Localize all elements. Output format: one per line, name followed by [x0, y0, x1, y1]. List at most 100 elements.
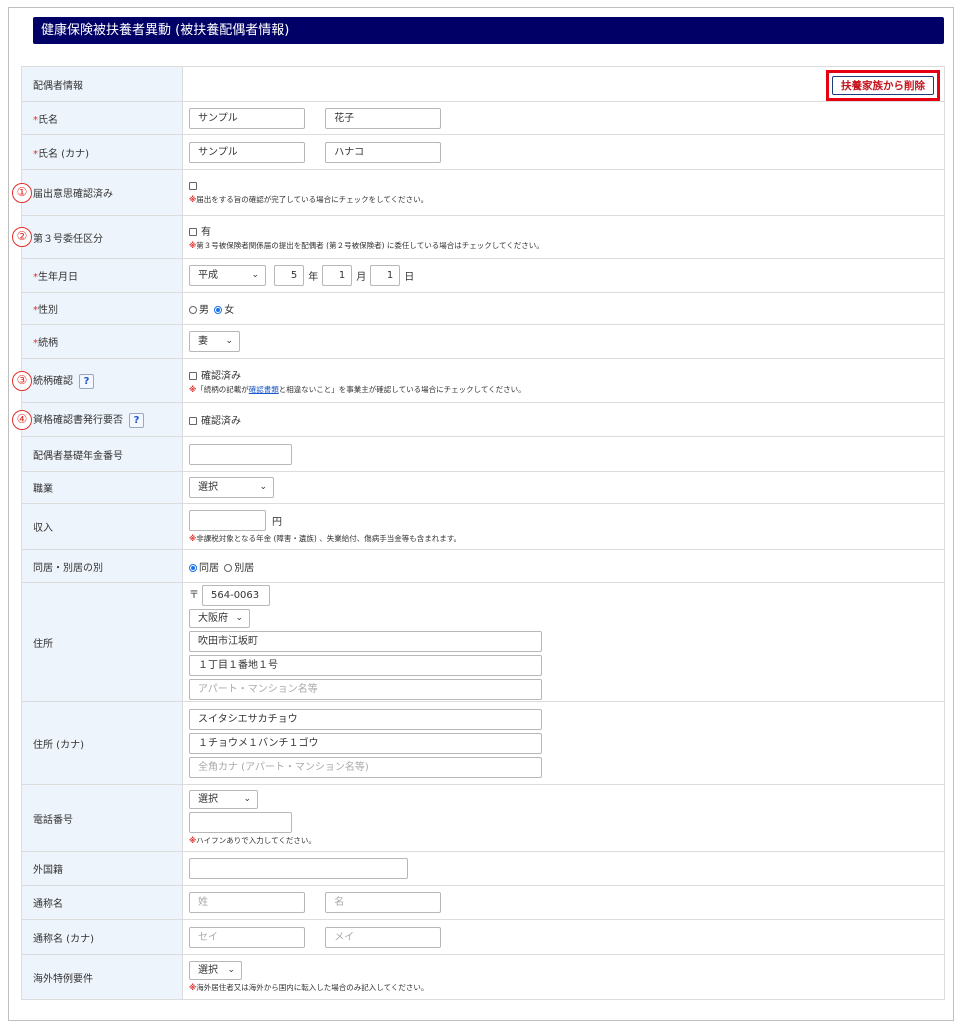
overseas-note: ※海外居住者又は海外から国内に転入した場合のみ記入してください。	[189, 983, 429, 992]
row-address: 住所 〒 564-0063 大阪府 ⌄ 吹田市江坂町 １丁目１番地１号 アパート・マ…	[21, 582, 945, 702]
birth-day-input[interactable]: 1	[370, 265, 401, 286]
annotation-badge-4: ④	[12, 409, 32, 430]
living-apart-radio[interactable]	[224, 563, 233, 572]
row-overseas: 海外特例要件 選択 ⌄ ※海外居住者又は海外から国内に転入した場合のみ記入してくだ…	[21, 954, 945, 1000]
prefecture-select[interactable]: 大阪府 ⌄	[189, 608, 250, 628]
row-pension-no: 配偶者基礎年金番号	[21, 436, 945, 472]
alias-kana-first-input[interactable]: メイ	[325, 926, 442, 948]
city-input[interactable]: 吹田市江坂町	[189, 630, 542, 652]
alias-last-input[interactable]: 姓	[189, 892, 305, 913]
building-input[interactable]: アパート・マンション名等	[189, 678, 542, 700]
label-overseas: 海外特例要件	[21, 954, 183, 1000]
row-intent: ① 届出意思確認済み ※届出をする旨の確認が完了している場合にチェックをしてくだ…	[12, 169, 945, 216]
row-name: *氏名 サンプル 花子	[21, 101, 945, 135]
row-phone: 電話番号 選択 ⌄ ※ハイフンありで入力してください。	[21, 784, 945, 852]
row-nationality: 外国籍	[21, 851, 945, 886]
label-gender: 性別	[38, 305, 58, 316]
address-kana-line3-input[interactable]: 全角カナ (アパート・マンション名等)	[189, 756, 542, 778]
address-kana-line2-input[interactable]: １チョウメ１バンチ１ゴウ	[189, 732, 542, 754]
overseas-select[interactable]: 選択 ⌄	[189, 961, 242, 980]
phone-type-select[interactable]: 選択 ⌄	[189, 790, 258, 809]
row-job: 職業 選択 ⌄	[21, 471, 945, 504]
delete-highlight: 扶養家族から削除	[826, 70, 940, 101]
row-relation-check: ③ 続柄確認? 確認済み ※「続柄の記載が確認書類と相違ないこと」を事業主が確認…	[12, 358, 945, 403]
row-alias: 通称名 姓 名	[21, 885, 945, 920]
alias-kana-last-input[interactable]: セイ	[189, 926, 305, 948]
chevron-down-icon: ⌄	[235, 612, 243, 623]
row-living: 同居・別居の別 同居 別居	[21, 549, 945, 583]
row-birth: *生年月日 平成 ⌄ 5年1月1日	[21, 258, 945, 293]
job-select[interactable]: 選択 ⌄	[189, 477, 274, 498]
label-qualification: 資格確認書発行要否	[33, 415, 123, 427]
phone-input[interactable]	[189, 812, 292, 833]
page-title: 健康保険被扶養者異動 (被扶養配偶者情報)	[33, 17, 944, 44]
phone-note: ※ハイフンありで入力してください。	[189, 836, 316, 845]
street-input[interactable]: １丁目１番地１号	[189, 654, 542, 676]
label-phone: 電話番号	[21, 784, 183, 852]
label-living: 同居・別居の別	[21, 549, 183, 583]
row-address-kana: 住所 (カナ) スイタシエサカチョウ １チョウメ１バンチ１ゴウ 全角カナ (アパ…	[21, 701, 945, 785]
label-income: 収入	[21, 503, 183, 550]
label-intent: 届出意思確認済み	[33, 189, 113, 200]
label-nationality: 外国籍	[21, 851, 183, 886]
living-together-radio[interactable]	[189, 563, 197, 572]
label-job: 職業	[21, 471, 183, 504]
nationality-input[interactable]	[189, 858, 408, 879]
relation-check-note: ※「続柄の記載が確認書類と相違ないこと」を事業主が確認している場合にチェックして…	[189, 384, 526, 394]
qualification-checkbox[interactable]	[189, 417, 197, 425]
label-birth: 生年月日	[38, 272, 78, 283]
postal-code-input[interactable]: 564-0063	[202, 584, 270, 606]
annotation-badge-2: ②	[12, 227, 32, 247]
row-spouse-info: 配偶者情報 扶養家族から削除	[21, 66, 945, 102]
label-spouse-info: 配偶者情報	[21, 66, 183, 102]
document-link[interactable]: 確認書類	[249, 385, 279, 394]
relation-check-checkbox[interactable]	[189, 371, 197, 380]
label-address: 住所	[21, 582, 183, 702]
chevron-down-icon: ⌄	[227, 965, 235, 975]
label-delegate: 第３号委任区分	[33, 233, 103, 245]
first-name-input[interactable]: 花子	[325, 107, 442, 129]
label-alias: 通称名	[21, 885, 183, 920]
first-name-kana-input[interactable]: ハナコ	[325, 141, 442, 163]
delegate-checkbox[interactable]	[189, 228, 197, 236]
chevron-down-icon: ⌄	[251, 270, 259, 280]
delegate-option-label: 有	[201, 227, 211, 238]
spouse-form: 配偶者情報 扶養家族から削除 *氏名 サンプル 花子 *氏名 (カナ) サンプル…	[12, 66, 945, 1000]
label-name: 氏名	[38, 114, 58, 126]
pension-number-input[interactable]	[189, 443, 292, 465]
help-icon[interactable]: ?	[79, 373, 94, 389]
intent-note: ※届出をする旨の確認が完了している場合にチェックをしてください。	[189, 194, 429, 204]
postal-mark: 〒	[189, 590, 199, 601]
chevron-down-icon: ⌄	[259, 482, 267, 492]
label-name-kana: 氏名 (カナ)	[38, 148, 89, 160]
annotation-badge-1: ①	[12, 182, 32, 203]
alias-first-input[interactable]: 名	[325, 892, 442, 913]
intent-checkbox[interactable]	[189, 181, 197, 190]
income-note: ※非課税対象となる年金 (障害・遺族) 、失業給付、傷病手当金等も含まれます。	[189, 533, 461, 543]
row-delegate: ② 第３号委任区分 有 ※第３号被保険者関係届の提出を配偶者 (第２号被保険者)…	[12, 215, 945, 259]
address-kana-line1-input[interactable]: スイタシエサカチョウ	[189, 708, 542, 730]
row-alias-kana: 通称名 (カナ) セイ メイ	[21, 919, 945, 955]
income-input[interactable]	[189, 509, 266, 531]
last-name-kana-input[interactable]: サンプル	[189, 141, 305, 163]
label-relation-check: 続柄確認	[33, 376, 73, 388]
row-name-kana: *氏名 (カナ) サンプル ハナコ	[21, 134, 945, 170]
relation-select[interactable]: 妻 ⌄	[189, 331, 240, 352]
row-qualification: ④ 資格確認書発行要否? 確認済み	[12, 402, 945, 437]
era-select[interactable]: 平成 ⌄	[189, 265, 266, 286]
label-alias-kana: 通称名 (カナ)	[21, 919, 183, 955]
chevron-down-icon: ⌄	[243, 794, 251, 804]
delegate-note: ※第３号被保険者関係届の提出を配偶者 (第２号被保険者) に委任している場合はチ…	[189, 241, 544, 250]
row-gender: *性別 男 女	[21, 292, 945, 325]
annotation-badge-3: ③	[12, 370, 32, 391]
label-pension-no: 配偶者基礎年金番号	[21, 436, 183, 472]
birth-month-input[interactable]: 1	[322, 265, 353, 286]
label-relation: 続柄	[38, 338, 58, 349]
birth-year-input[interactable]: 5	[274, 265, 305, 286]
row-relation: *続柄 妻 ⌄	[21, 324, 945, 359]
gender-male-radio[interactable]	[189, 306, 197, 314]
last-name-input[interactable]: サンプル	[189, 107, 305, 129]
help-icon[interactable]: ?	[129, 412, 144, 428]
gender-female-radio[interactable]	[214, 306, 223, 314]
delete-from-dependents-button[interactable]: 扶養家族から削除	[832, 76, 934, 95]
